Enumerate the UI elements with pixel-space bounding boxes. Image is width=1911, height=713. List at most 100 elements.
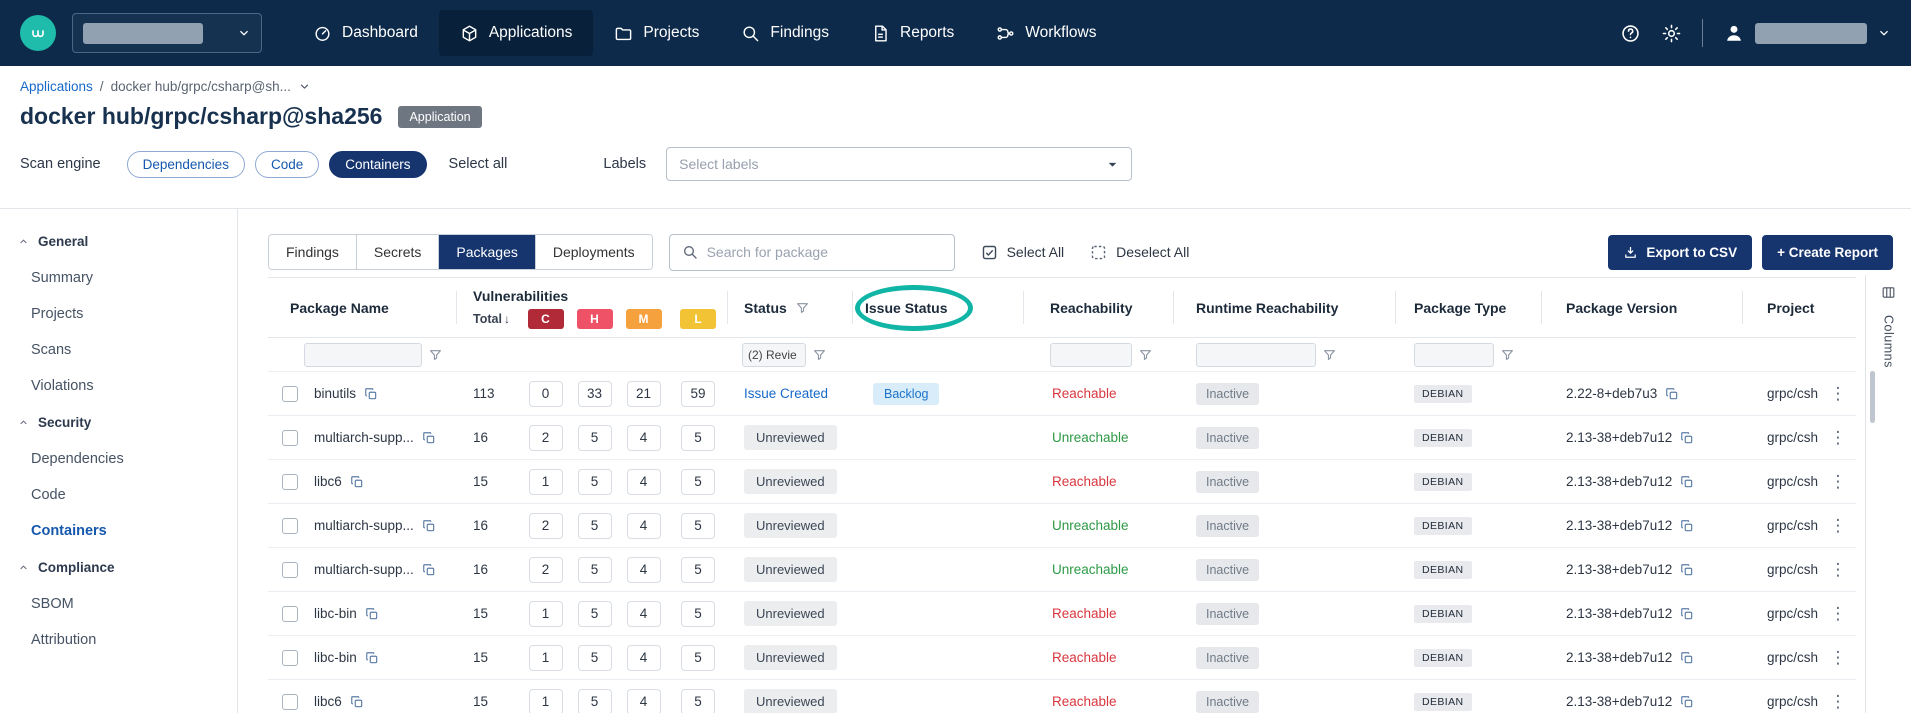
package-type-filter-input[interactable]	[1414, 343, 1494, 367]
search-input[interactable]	[707, 244, 942, 260]
scan-pill-dependencies[interactable]: Dependencies	[127, 151, 245, 178]
severity-low-badge[interactable]: L	[680, 309, 716, 329]
copy-icon[interactable]	[1680, 431, 1694, 445]
row-menu-button[interactable]: ⋮	[1820, 636, 1856, 679]
column-header-package-type[interactable]: Package Type	[1396, 278, 1542, 337]
filter-funnel-icon[interactable]	[1139, 348, 1152, 361]
row-menu-button[interactable]: ⋮	[1820, 548, 1856, 591]
row-menu-button[interactable]: ⋮	[1820, 460, 1856, 503]
copy-icon[interactable]	[364, 387, 378, 401]
tab-findings[interactable]: Findings	[269, 235, 357, 269]
project-link[interactable]: grpc/csh	[1743, 592, 1820, 635]
filter-funnel-icon[interactable]	[1323, 348, 1336, 361]
status-value[interactable]: Unreviewed	[744, 601, 837, 626]
deselect-all-button[interactable]: Deselect All	[1090, 244, 1189, 261]
row-menu-button[interactable]: ⋮	[1820, 416, 1856, 459]
project-link[interactable]: grpc/csh	[1743, 680, 1820, 713]
row-menu-button[interactable]: ⋮	[1820, 372, 1856, 415]
scan-pill-containers[interactable]: Containers	[329, 151, 426, 178]
project-link[interactable]: grpc/csh	[1743, 416, 1820, 459]
columns-table-icon[interactable]	[1881, 285, 1896, 300]
sidebar-item-violations[interactable]: Violations	[0, 368, 237, 404]
package-name-filter-input[interactable]	[304, 343, 422, 367]
column-header-reachability[interactable]: Reachability	[1024, 278, 1174, 337]
issue-status-chip[interactable]: Backlog	[873, 383, 939, 405]
column-header-package-version[interactable]: Package Version	[1542, 278, 1743, 337]
project-link[interactable]: grpc/csh	[1743, 460, 1820, 503]
project-link[interactable]: grpc/csh	[1743, 636, 1820, 679]
copy-icon[interactable]	[1680, 519, 1694, 533]
row-checkbox[interactable]	[282, 606, 298, 622]
row-menu-button[interactable]: ⋮	[1820, 592, 1856, 635]
filter-funnel-icon[interactable]	[1501, 348, 1514, 361]
package-name[interactable]: libc6	[314, 474, 342, 489]
sidebar-item-summary[interactable]: Summary	[0, 260, 237, 296]
row-checkbox[interactable]	[282, 386, 298, 402]
tab-secrets[interactable]: Secrets	[357, 235, 439, 269]
package-name[interactable]: multiarch-supp...	[314, 518, 414, 533]
package-name[interactable]: multiarch-supp...	[314, 430, 414, 445]
project-link[interactable]: grpc/csh	[1743, 504, 1820, 547]
nav-item-workflows[interactable]: Workflows	[975, 10, 1117, 56]
copy-icon[interactable]	[1680, 563, 1694, 577]
row-checkbox[interactable]	[282, 650, 298, 666]
vulnerabilities-title[interactable]: Vulnerabilities	[457, 288, 728, 304]
project-link[interactable]: grpc/csh	[1743, 548, 1820, 591]
create-report-button[interactable]: + Create Report	[1762, 235, 1893, 270]
copy-icon[interactable]	[422, 563, 436, 577]
severity-high-badge[interactable]: H	[577, 309, 613, 329]
package-name[interactable]: binutils	[314, 386, 356, 401]
copy-icon[interactable]	[1665, 387, 1679, 401]
vertical-scrollbar-thumb[interactable]	[1870, 371, 1875, 423]
row-menu-button[interactable]: ⋮	[1820, 680, 1856, 713]
column-header-runtime-reachability[interactable]: Runtime Reachability	[1174, 278, 1396, 337]
sidebar-item-scans[interactable]: Scans	[0, 332, 237, 368]
copy-icon[interactable]	[365, 651, 379, 665]
package-name[interactable]: multiarch-supp...	[314, 562, 414, 577]
status-value[interactable]: Unreviewed	[744, 689, 837, 713]
row-checkbox[interactable]	[282, 430, 298, 446]
export-csv-button[interactable]: Export to CSV	[1608, 235, 1752, 270]
columns-strip-label[interactable]: Columns	[1882, 315, 1896, 368]
copy-icon[interactable]	[1680, 695, 1694, 709]
sidebar-item-containers[interactable]: Containers	[0, 513, 237, 549]
sidebar-item-sbom[interactable]: SBOM	[0, 586, 237, 622]
tab-deployments[interactable]: Deployments	[536, 235, 652, 269]
select-all-button[interactable]: Select All	[981, 244, 1065, 261]
row-checkbox[interactable]	[282, 562, 298, 578]
nav-item-projects[interactable]: Projects	[593, 10, 720, 56]
project-link[interactable]: grpc/csh	[1743, 372, 1820, 415]
row-menu-button[interactable]: ⋮	[1820, 504, 1856, 547]
status-value[interactable]: Unreviewed	[744, 557, 837, 582]
nav-item-findings[interactable]: Findings	[720, 10, 850, 56]
copy-icon[interactable]	[1680, 607, 1694, 621]
nav-item-reports[interactable]: Reports	[850, 10, 975, 56]
sidebar-item-attribution[interactable]: Attribution	[0, 622, 237, 658]
column-header-status[interactable]: Status	[728, 278, 853, 337]
severity-critical-badge[interactable]: C	[528, 309, 564, 329]
breadcrumb-applications-link[interactable]: Applications	[20, 79, 93, 94]
column-header-package-name[interactable]: Package Name	[268, 278, 457, 337]
sidebar-item-dependencies[interactable]: Dependencies	[0, 441, 237, 477]
copy-icon[interactable]	[422, 519, 436, 533]
copy-icon[interactable]	[365, 607, 379, 621]
filter-funnel-icon[interactable]	[796, 301, 809, 314]
sort-desc-icon[interactable]: ↓	[504, 312, 510, 326]
filter-funnel-icon[interactable]	[813, 348, 826, 361]
status-value[interactable]: Unreviewed	[744, 425, 837, 450]
org-selector-dropdown[interactable]	[72, 13, 262, 53]
copy-icon[interactable]	[1680, 651, 1694, 665]
package-name[interactable]: libc6	[314, 694, 342, 709]
brand-logo[interactable]	[20, 15, 56, 51]
user-menu[interactable]	[1723, 22, 1891, 44]
copy-icon[interactable]	[1680, 475, 1694, 489]
status-value[interactable]: Issue Created	[744, 386, 828, 401]
sidebar-item-projects[interactable]: Projects	[0, 296, 237, 332]
nav-item-dashboard[interactable]: Dashboard	[292, 10, 439, 56]
filter-funnel-icon[interactable]	[429, 348, 442, 361]
copy-icon[interactable]	[350, 475, 364, 489]
nav-item-applications[interactable]: Applications	[439, 10, 594, 56]
runtime-reachability-filter-input[interactable]	[1196, 343, 1316, 367]
gear-icon[interactable]	[1661, 23, 1682, 44]
column-header-issue-status[interactable]: Issue Status	[853, 278, 1024, 337]
